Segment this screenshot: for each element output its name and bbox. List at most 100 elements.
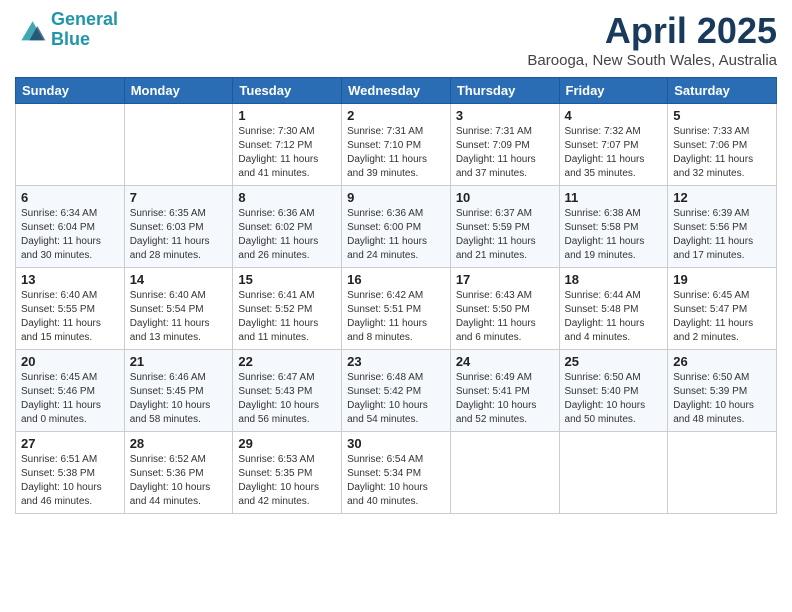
day-number: 21	[130, 354, 228, 369]
day-info: Sunrise: 6:38 AM Sunset: 5:58 PM Dayligh…	[565, 207, 663, 263]
page-header: General Blue April 2025 Barooga, New Sou…	[15, 10, 777, 69]
day-info: Sunrise: 6:45 AM Sunset: 5:46 PM Dayligh…	[21, 371, 119, 427]
day-number: 24	[456, 354, 554, 369]
calendar-cell: 12Sunrise: 6:39 AM Sunset: 5:56 PM Dayli…	[668, 186, 777, 268]
day-number: 19	[673, 272, 771, 287]
calendar-cell: 4 Sunrise: 7:32 AM Sunset: 7:07 PM Daylig…	[559, 104, 668, 186]
day-number: 16	[347, 272, 445, 287]
calendar-cell: 23 Sunrise: 6:48 AM Sunset: 5:42 PM Dayli…	[342, 350, 451, 432]
day-info: Sunrise: 6:44 AM Sunset: 5:48 PM Dayligh…	[565, 289, 663, 345]
title-block: April 2025 Barooga, New South Wales, Aus…	[527, 10, 777, 69]
day-number: 25	[565, 354, 663, 369]
day-number: 12	[673, 190, 771, 205]
calendar-cell	[559, 432, 668, 514]
day-info: Sunrise: 6:54 AM Sunset: 5:34 PM Dayligh…	[347, 453, 445, 509]
calendar-cell: 28 Sunrise: 6:52 AM Sunset: 5:36 PM Dayli…	[124, 432, 233, 514]
calendar-cell: 16 Sunrise: 6:42 AM Sunset: 5:51 PM Dayli…	[342, 268, 451, 350]
calendar-cell: 26Sunrise: 6:50 AM Sunset: 5:39 PM Dayli…	[668, 350, 777, 432]
calendar-cell	[450, 432, 559, 514]
calendar-cell: 21 Sunrise: 6:46 AM Sunset: 5:45 PM Dayli…	[124, 350, 233, 432]
day-number: 11	[565, 190, 663, 205]
day-number: 20	[21, 354, 119, 369]
day-number: 10	[456, 190, 554, 205]
day-info: Sunrise: 6:52 AM Sunset: 5:36 PM Dayligh…	[130, 453, 228, 509]
day-info: Sunrise: 6:47 AM Sunset: 5:43 PM Dayligh…	[238, 371, 336, 427]
day-info: Sunrise: 7:31 AM Sunset: 7:10 PM Dayligh…	[347, 125, 445, 181]
day-number: 5	[673, 108, 771, 123]
day-info: Sunrise: 6:46 AM Sunset: 5:45 PM Dayligh…	[130, 371, 228, 427]
calendar-week-3: 13 Sunrise: 6:40 AM Sunset: 5:55 PM Dayli…	[16, 268, 777, 350]
calendar-cell: 30 Sunrise: 6:54 AM Sunset: 5:34 PM Dayli…	[342, 432, 451, 514]
weekday-header-sunday: Sunday	[16, 78, 125, 104]
calendar-week-4: 20 Sunrise: 6:45 AM Sunset: 5:46 PM Dayli…	[16, 350, 777, 432]
day-info: Sunrise: 6:34 AM Sunset: 6:04 PM Dayligh…	[21, 207, 119, 263]
calendar-table: SundayMondayTuesdayWednesdayThursdayFrid…	[15, 77, 777, 514]
calendar-cell: 3 Sunrise: 7:31 AM Sunset: 7:09 PM Daylig…	[450, 104, 559, 186]
day-info: Sunrise: 6:48 AM Sunset: 5:42 PM Dayligh…	[347, 371, 445, 427]
weekday-header-saturday: Saturday	[668, 78, 777, 104]
weekday-header-friday: Friday	[559, 78, 668, 104]
calendar-cell: 20 Sunrise: 6:45 AM Sunset: 5:46 PM Dayli…	[16, 350, 125, 432]
day-info: Sunrise: 7:30 AM Sunset: 7:12 PM Dayligh…	[238, 125, 336, 181]
day-number: 9	[347, 190, 445, 205]
day-number: 2	[347, 108, 445, 123]
day-number: 8	[238, 190, 336, 205]
day-number: 1	[238, 108, 336, 123]
location-title: Barooga, New South Wales, Australia	[527, 52, 777, 69]
day-number: 3	[456, 108, 554, 123]
calendar-cell: 22 Sunrise: 6:47 AM Sunset: 5:43 PM Dayli…	[233, 350, 342, 432]
day-number: 7	[130, 190, 228, 205]
logo-line2: Blue	[51, 29, 90, 49]
calendar-week-2: 6Sunrise: 6:34 AM Sunset: 6:04 PM Daylig…	[16, 186, 777, 268]
day-info: Sunrise: 6:50 AM Sunset: 5:40 PM Dayligh…	[565, 371, 663, 427]
calendar-cell: 25 Sunrise: 6:50 AM Sunset: 5:40 PM Dayli…	[559, 350, 668, 432]
weekday-header-monday: Monday	[124, 78, 233, 104]
day-number: 30	[347, 436, 445, 451]
day-info: Sunrise: 6:53 AM Sunset: 5:35 PM Dayligh…	[238, 453, 336, 509]
calendar-cell: 2 Sunrise: 7:31 AM Sunset: 7:10 PM Daylig…	[342, 104, 451, 186]
day-number: 13	[21, 272, 119, 287]
day-info: Sunrise: 6:35 AM Sunset: 6:03 PM Dayligh…	[130, 207, 228, 263]
calendar-cell: 18Sunrise: 6:44 AM Sunset: 5:48 PM Dayli…	[559, 268, 668, 350]
day-info: Sunrise: 7:31 AM Sunset: 7:09 PM Dayligh…	[456, 125, 554, 181]
day-number: 15	[238, 272, 336, 287]
calendar-cell	[16, 104, 125, 186]
day-number: 28	[130, 436, 228, 451]
calendar-cell: 10Sunrise: 6:37 AM Sunset: 5:59 PM Dayli…	[450, 186, 559, 268]
calendar-cell: 5 Sunrise: 7:33 AM Sunset: 7:06 PM Daylig…	[668, 104, 777, 186]
logo-text: General Blue	[51, 10, 118, 50]
day-info: Sunrise: 6:36 AM Sunset: 6:02 PM Dayligh…	[238, 207, 336, 263]
calendar-cell: 6Sunrise: 6:34 AM Sunset: 6:04 PM Daylig…	[16, 186, 125, 268]
day-info: Sunrise: 6:36 AM Sunset: 6:00 PM Dayligh…	[347, 207, 445, 263]
calendar-cell: 9 Sunrise: 6:36 AM Sunset: 6:00 PM Daylig…	[342, 186, 451, 268]
day-info: Sunrise: 7:32 AM Sunset: 7:07 PM Dayligh…	[565, 125, 663, 181]
day-info: Sunrise: 6:40 AM Sunset: 5:55 PM Dayligh…	[21, 289, 119, 345]
day-number: 22	[238, 354, 336, 369]
calendar-cell: 27 Sunrise: 6:51 AM Sunset: 5:38 PM Dayli…	[16, 432, 125, 514]
weekday-header-wednesday: Wednesday	[342, 78, 451, 104]
day-info: Sunrise: 6:43 AM Sunset: 5:50 PM Dayligh…	[456, 289, 554, 345]
day-info: Sunrise: 6:50 AM Sunset: 5:39 PM Dayligh…	[673, 371, 771, 427]
day-info: Sunrise: 7:33 AM Sunset: 7:06 PM Dayligh…	[673, 125, 771, 181]
day-info: Sunrise: 6:42 AM Sunset: 5:51 PM Dayligh…	[347, 289, 445, 345]
calendar-cell	[124, 104, 233, 186]
logo-line1: General	[51, 9, 118, 29]
calendar-cell: 14Sunrise: 6:40 AM Sunset: 5:54 PM Dayli…	[124, 268, 233, 350]
logo: General Blue	[15, 10, 118, 50]
calendar-cell: 24Sunrise: 6:49 AM Sunset: 5:41 PM Dayli…	[450, 350, 559, 432]
calendar-cell: 13 Sunrise: 6:40 AM Sunset: 5:55 PM Dayli…	[16, 268, 125, 350]
weekday-header-thursday: Thursday	[450, 78, 559, 104]
day-info: Sunrise: 6:45 AM Sunset: 5:47 PM Dayligh…	[673, 289, 771, 345]
weekday-header-row: SundayMondayTuesdayWednesdayThursdayFrid…	[16, 78, 777, 104]
calendar-cell: 19 Sunrise: 6:45 AM Sunset: 5:47 PM Dayli…	[668, 268, 777, 350]
calendar-cell: 1 Sunrise: 7:30 AM Sunset: 7:12 PM Daylig…	[233, 104, 342, 186]
calendar-cell: 15Sunrise: 6:41 AM Sunset: 5:52 PM Dayli…	[233, 268, 342, 350]
day-number: 17	[456, 272, 554, 287]
calendar-cell	[668, 432, 777, 514]
day-number: 27	[21, 436, 119, 451]
calendar-cell: 7 Sunrise: 6:35 AM Sunset: 6:03 PM Daylig…	[124, 186, 233, 268]
day-info: Sunrise: 6:51 AM Sunset: 5:38 PM Dayligh…	[21, 453, 119, 509]
day-number: 23	[347, 354, 445, 369]
day-number: 4	[565, 108, 663, 123]
day-number: 14	[130, 272, 228, 287]
